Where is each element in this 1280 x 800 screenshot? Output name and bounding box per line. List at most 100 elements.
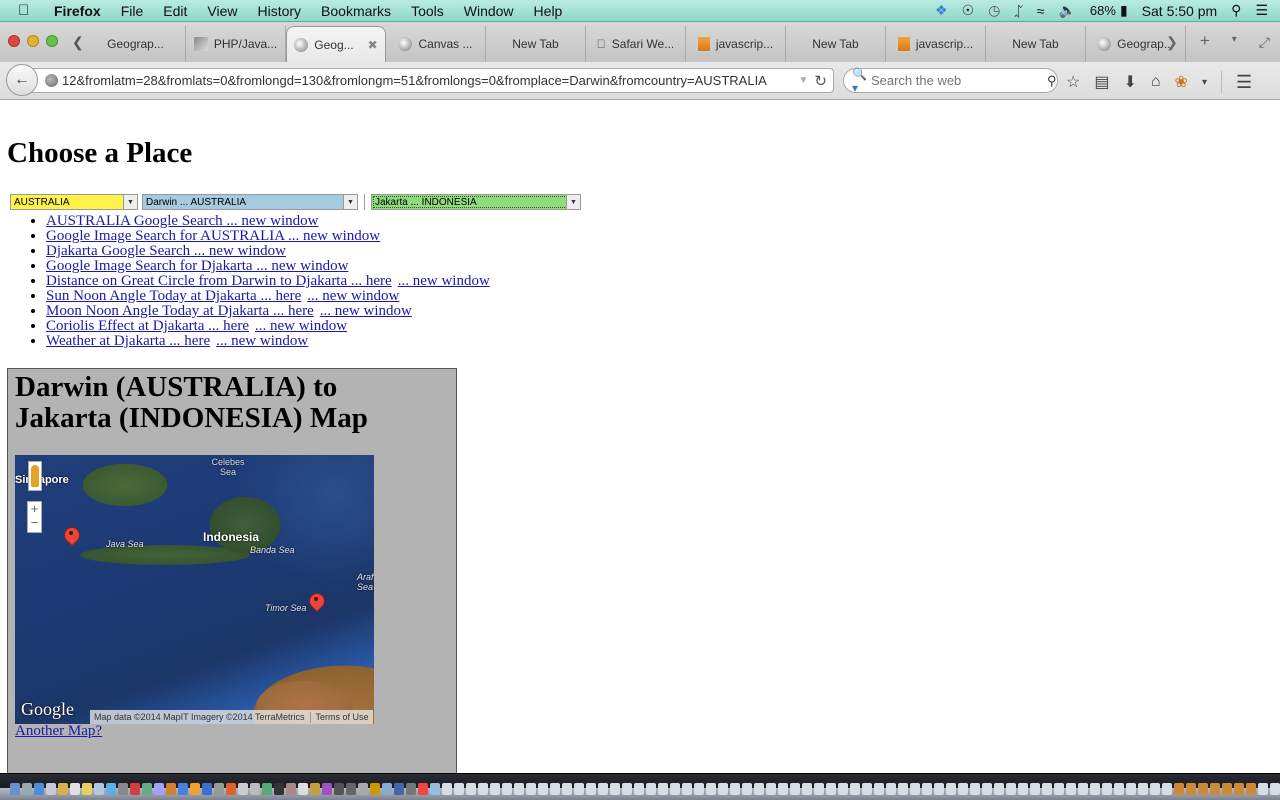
dock-app-icon[interactable] bbox=[466, 783, 476, 795]
dock-app-icon[interactable] bbox=[298, 783, 308, 795]
dock-app-icon[interactable] bbox=[238, 783, 248, 795]
dock-app-icon[interactable] bbox=[70, 783, 80, 795]
dock-app-icon[interactable] bbox=[1186, 783, 1196, 795]
street-view-pegman-icon[interactable] bbox=[28, 461, 42, 491]
dock-app-icon[interactable] bbox=[94, 783, 104, 795]
dock-app-icon[interactable] bbox=[514, 783, 524, 795]
menu-view[interactable]: View bbox=[197, 3, 247, 19]
link-moon-angle-new-window[interactable]: ... new window bbox=[320, 303, 412, 319]
dock-app-icon[interactable] bbox=[610, 783, 620, 795]
menu-bookmarks[interactable]: Bookmarks bbox=[311, 3, 401, 19]
dock-app-icon[interactable] bbox=[910, 783, 920, 795]
dock-app-icon[interactable] bbox=[1234, 783, 1244, 795]
dock-app-icon[interactable] bbox=[862, 783, 872, 795]
dock-app-icon[interactable] bbox=[922, 783, 932, 795]
url-history-dropdown-icon[interactable]: ▼ bbox=[799, 75, 809, 86]
tab[interactable]: Geograp... bbox=[86, 26, 186, 62]
dock-app-icon[interactable] bbox=[946, 783, 956, 795]
dock-app-icon[interactable] bbox=[538, 783, 548, 795]
menu-history[interactable]: History bbox=[247, 3, 311, 19]
dock-app-icon[interactable] bbox=[706, 783, 716, 795]
dock-app-icon[interactable] bbox=[214, 783, 224, 795]
dock-app-icon[interactable] bbox=[958, 783, 968, 795]
list-all-tabs-icon[interactable]: ▾ bbox=[1232, 34, 1237, 51]
dock-app-icon[interactable] bbox=[634, 783, 644, 795]
menu-file[interactable]: File bbox=[111, 3, 154, 19]
search-input[interactable] bbox=[870, 73, 1047, 88]
dock-app-icon[interactable] bbox=[802, 783, 812, 795]
dock-app-icon[interactable] bbox=[1138, 783, 1148, 795]
dock-app-icon[interactable] bbox=[250, 783, 260, 795]
link-place-google-search[interactable]: Djakarta Google Search ... new window bbox=[46, 243, 286, 259]
map-marker-darwin[interactable] bbox=[309, 593, 323, 613]
dock-app-icon[interactable] bbox=[430, 783, 440, 795]
dock-app-icon[interactable] bbox=[670, 783, 680, 795]
bluetooth-icon[interactable]: ᛢ bbox=[1014, 3, 1022, 19]
notification-center-icon[interactable]: ☰ bbox=[1255, 2, 1268, 19]
dock-app-icon[interactable] bbox=[370, 783, 380, 795]
tab[interactable]: Canvas ... bbox=[386, 26, 486, 62]
to-place-select[interactable]: Jakarta ... INDONESIA ▼ bbox=[371, 194, 581, 210]
dock-app-icon[interactable] bbox=[826, 783, 836, 795]
dock-app-icon[interactable] bbox=[154, 783, 164, 795]
dock-app-icon[interactable] bbox=[646, 783, 656, 795]
tab[interactable]: javascrip... bbox=[686, 26, 786, 62]
fullscreen-icon[interactable]: ⤢ bbox=[1259, 34, 1270, 51]
dock-app-icon[interactable] bbox=[562, 783, 572, 795]
new-tab-button[interactable]: + bbox=[1200, 31, 1210, 51]
link-distance-here[interactable]: Distance on Great Circle from Darwin to … bbox=[46, 273, 392, 289]
link-sun-angle-here[interactable]: Sun Noon Angle Today at Djakarta ... her… bbox=[46, 288, 301, 304]
dock-app-icon[interactable] bbox=[46, 783, 56, 795]
volume-icon[interactable]: 🔈 bbox=[1058, 2, 1075, 19]
dock-app-icon[interactable] bbox=[118, 783, 128, 795]
map-zoom-in-button[interactable]: + bbox=[31, 502, 39, 516]
tab[interactable]: Safari We... bbox=[586, 26, 686, 62]
dock-app-icon[interactable] bbox=[22, 783, 32, 795]
dock-app-icon[interactable] bbox=[454, 783, 464, 795]
dock-app-icon[interactable] bbox=[1030, 783, 1040, 795]
tab-scroll-left-icon[interactable]: ❮ bbox=[72, 34, 84, 51]
tab[interactable]: javascrip... bbox=[886, 26, 986, 62]
dock-app-icon[interactable] bbox=[1198, 783, 1208, 795]
link-weather-here[interactable]: Weather at Djakarta ... here bbox=[46, 333, 210, 349]
dock-app-icon[interactable] bbox=[1042, 783, 1052, 795]
chevron-down-icon[interactable]: ▼ bbox=[343, 195, 357, 209]
menu-help[interactable]: Help bbox=[524, 3, 573, 19]
map-marker-jakarta[interactable] bbox=[64, 527, 78, 547]
dock-app-icon[interactable] bbox=[1066, 783, 1076, 795]
google-logo[interactable]: Google bbox=[21, 699, 74, 720]
bookmark-star-icon[interactable]: ☆ bbox=[1066, 72, 1080, 92]
menu-tools[interactable]: Tools bbox=[401, 3, 454, 19]
minimize-window-button[interactable] bbox=[27, 35, 39, 47]
tab[interactable]: New Tab bbox=[486, 26, 586, 62]
google-map[interactable]: Celebes Sea Singapore Java Sea Indonesia… bbox=[15, 455, 374, 724]
dock-app-icon[interactable] bbox=[1090, 783, 1100, 795]
dock-app-icon[interactable] bbox=[322, 783, 332, 795]
menu-window[interactable]: Window bbox=[454, 3, 524, 19]
accessibility-icon[interactable]: ☉ bbox=[962, 2, 975, 19]
dock-app-icon[interactable] bbox=[838, 783, 848, 795]
tab[interactable]: PHP/Java... bbox=[186, 26, 286, 62]
dock-app-icon[interactable] bbox=[142, 783, 152, 795]
dock-app-icon[interactable] bbox=[1078, 783, 1088, 795]
dock-app-icon[interactable] bbox=[286, 783, 296, 795]
dock-app-icon[interactable] bbox=[478, 783, 488, 795]
dock-app-icon[interactable] bbox=[490, 783, 500, 795]
open-menu-icon[interactable]: ☰ bbox=[1236, 72, 1252, 93]
dock-app-icon[interactable] bbox=[1102, 783, 1112, 795]
dock-app-icon[interactable] bbox=[730, 783, 740, 795]
link-distance-new-window[interactable]: ... new window bbox=[398, 273, 490, 289]
menu-edit[interactable]: Edit bbox=[153, 3, 197, 19]
dock-app-icon[interactable] bbox=[754, 783, 764, 795]
dock-app-icon[interactable] bbox=[1018, 783, 1028, 795]
tab-scroll-right-icon[interactable]: ❯ bbox=[1166, 34, 1178, 51]
dock-app-icon[interactable] bbox=[970, 783, 980, 795]
dock-app-icon[interactable] bbox=[1054, 783, 1064, 795]
dock-app-icon[interactable] bbox=[1162, 783, 1172, 795]
dock-app-icon[interactable] bbox=[394, 783, 404, 795]
dock-app-icon[interactable] bbox=[178, 783, 188, 795]
dock-app-icon[interactable] bbox=[814, 783, 824, 795]
country-select[interactable]: AUSTRALIA ▼ bbox=[10, 194, 138, 210]
dock-app-icon[interactable] bbox=[1150, 783, 1160, 795]
tab-active[interactable]: Geog... ✖ bbox=[286, 26, 386, 62]
